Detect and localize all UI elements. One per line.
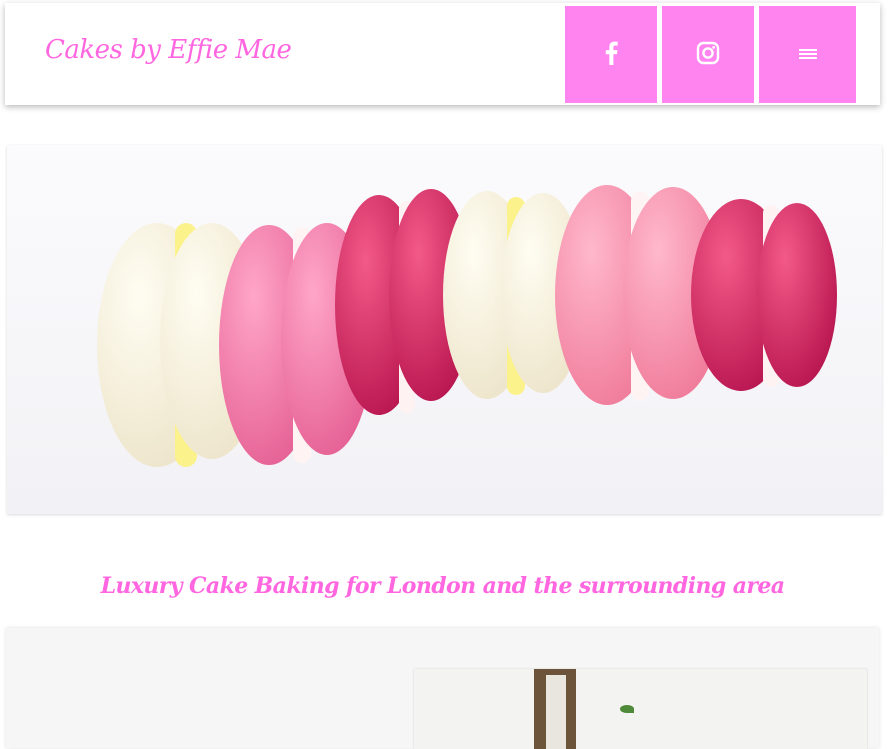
macarons-image xyxy=(7,145,882,514)
instagram-icon xyxy=(696,41,720,68)
site-header: Cakes by Effie Mae xyxy=(5,3,880,105)
content-photo xyxy=(414,669,867,749)
hamburger-menu-icon xyxy=(798,47,817,62)
facebook-icon xyxy=(605,41,618,68)
facebook-button[interactable] xyxy=(565,6,657,103)
site-logo[interactable]: Cakes by Effie Mae xyxy=(45,35,292,65)
content-section xyxy=(6,628,879,749)
hero-banner xyxy=(7,145,882,514)
menu-button[interactable] xyxy=(759,6,856,103)
instagram-button[interactable] xyxy=(662,6,754,103)
tagline: Luxury Cake Baking for London and the su… xyxy=(100,572,785,599)
